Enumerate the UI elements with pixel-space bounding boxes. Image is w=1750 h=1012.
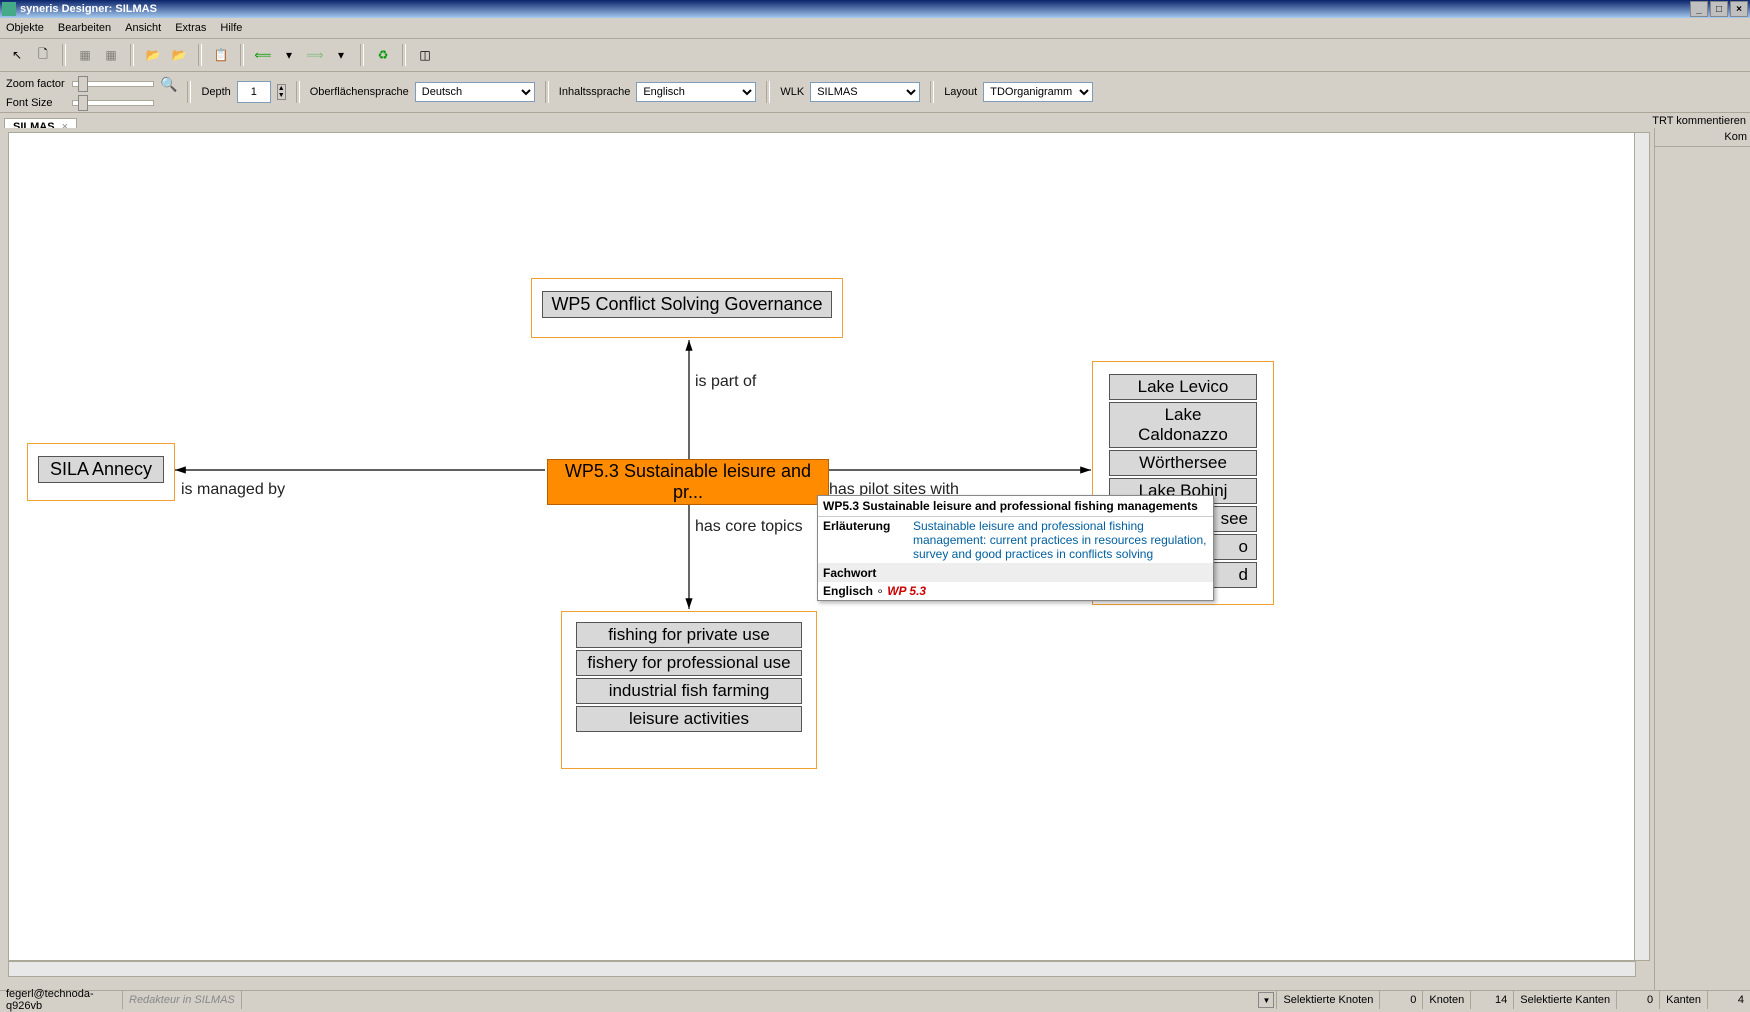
window-title: syneris Designer: SILMAS [20,3,157,15]
node-fishery-professional[interactable]: fishery for professional use [576,650,802,676]
menu-ansicht[interactable]: Ansicht [125,22,161,34]
wlk-label: WLK [780,86,804,98]
tooltip-fachwort: Fachwort [818,564,1213,582]
tooltip-erl-label: Erläuterung [818,517,908,563]
back-menu-icon[interactable]: ▾ [278,44,300,66]
menu-bar: Objekte Bearbeiten Ansicht Extras Hilfe [0,18,1750,39]
fwd-icon[interactable]: ⟹ [304,44,326,66]
separator [240,44,244,66]
status-nodes-label: Knoten [1422,991,1470,1009]
separator [62,44,66,66]
top-group-frame[interactable]: WP5 Conflict Solving Governance [531,278,843,338]
depth-input[interactable] [237,81,271,103]
separator [296,81,300,103]
tooltip-lang: Englisch [823,584,873,598]
main-toolbar: ↖ 🗋 ▦ ▦ 📂 📂 📋 ⟸ ▾ ⟹ ▾ ♻ ◫ [0,39,1750,72]
layout-select[interactable]: TDOrganigramm [983,82,1093,102]
status-nodes: 14 [1470,991,1513,1009]
surface-lang-label: Oberflächensprache [310,86,409,98]
maximize-button[interactable]: □ [1710,1,1728,17]
separator [360,44,364,66]
depth-label: Depth [201,86,230,98]
status-bar: fegerl@technoda-q926vb Redakteur in SILM… [0,990,1750,1009]
status-dropdown-icon[interactable]: ▼ [1258,992,1274,1008]
status-edges: 4 [1707,991,1750,1009]
separator [545,81,549,103]
node-tooltip: WP5.3 Sustainable leisure and profession… [817,495,1214,601]
trt-kommentieren-link[interactable]: TRT kommentieren [1652,115,1746,127]
grid1-icon[interactable]: ▦ [74,44,96,66]
vertical-scrollbar[interactable] [1634,132,1650,961]
minimize-button[interactable]: _ [1690,1,1708,17]
open-icon[interactable]: 📂 [142,44,164,66]
status-sel-nodes-label: Selektierte Knoten [1276,991,1379,1009]
status-user: fegerl@technoda-q926vb [0,991,122,1009]
title-bar: syneris Designer: SILMAS _ □ × [0,0,1750,18]
tooltip-title: WP5.3 Sustainable leisure and profession… [818,496,1213,517]
status-sel-edges-label: Selektierte Kanten [1513,991,1616,1009]
search-icon[interactable]: 🔍 [160,76,177,93]
status-spacer [241,991,1259,1009]
depth-stepper[interactable]: ▲▼ [277,84,286,100]
layout-label: Layout [944,86,977,98]
menu-extras[interactable]: Extras [175,22,206,34]
separator [198,44,202,66]
menu-bearbeiten[interactable]: Bearbeiten [58,22,111,34]
separator [930,81,934,103]
separator [402,44,406,66]
menu-objekte[interactable]: Objekte [6,22,44,34]
separator [130,44,134,66]
status-sel-nodes: 0 [1379,991,1422,1009]
new-icon[interactable]: 🗋 [32,44,54,66]
content-lang-select[interactable]: Englisch [636,82,756,102]
separator [766,81,770,103]
edge-label-top: is part of [695,373,756,391]
fwd-menu-icon[interactable]: ▾ [330,44,352,66]
node-wp5-governance[interactable]: WP5 Conflict Solving Governance [542,291,832,318]
close-button[interactable]: × [1730,1,1748,17]
edge-label-left: is managed by [181,481,285,499]
back-icon[interactable]: ⟸ [252,44,274,66]
node-leisure-activities[interactable]: leisure activities [576,706,802,732]
node-fishing-private[interactable]: fishing for private use [576,622,802,648]
separator [187,81,191,103]
status-role: Redakteur in SILMAS [122,991,241,1009]
node-center-wp53[interactable]: WP5.3 Sustainable leisure and pr... [547,459,829,505]
main-area: WP5 Conflict Solving Governance SILA Ann… [0,128,1750,991]
node-lake-caldonazzo[interactable]: Lake Caldonazzo [1109,402,1257,448]
zoom-slider[interactable] [72,81,154,87]
menu-hilfe[interactable]: Hilfe [220,22,242,34]
surface-lang-select[interactable]: Deutsch [415,82,535,102]
zoom-label: Zoom factor [6,78,66,90]
options-toolbar: Zoom factor 🔍 Font Size Depth ▲▼ Oberflä… [0,72,1750,113]
open2-icon[interactable]: 📂 [168,44,190,66]
window-icon[interactable]: ◫ [414,44,436,66]
tooltip-term: WP 5.3 [887,584,926,598]
tooltip-erl-text: Sustainable leisure and professional fis… [908,517,1213,563]
node-lake-levico[interactable]: Lake Levico [1109,374,1257,400]
comment-panel: Kom [1654,128,1750,991]
node-sila-annecy[interactable]: SILA Annecy [38,456,164,483]
content-lang-label: Inhaltssprache [559,86,631,98]
copy-icon[interactable]: 📋 [210,44,232,66]
left-group-frame[interactable]: SILA Annecy [27,443,175,501]
status-edges-label: Kanten [1659,991,1707,1009]
fontsize-label: Font Size [6,97,66,109]
comment-panel-header: Kom [1655,128,1750,147]
grid2-icon[interactable]: ▦ [100,44,122,66]
edge-label-bottom: has core topics [695,518,803,536]
pointer-icon[interactable]: ↖ [6,44,28,66]
canvas-wrapper: WP5 Conflict Solving Governance SILA Ann… [0,128,1654,991]
app-logo-icon [2,2,16,16]
status-sel-edges: 0 [1616,991,1659,1009]
horizontal-scrollbar[interactable] [8,961,1636,977]
refresh-icon[interactable]: ♻ [372,44,394,66]
fontsize-slider[interactable] [72,100,154,106]
bottom-group-frame[interactable]: fishing for private use fishery for prof… [561,611,817,769]
wlk-select[interactable]: SILMAS [810,82,920,102]
diagram-canvas[interactable]: WP5 Conflict Solving Governance SILA Ann… [8,132,1636,961]
tooltip-lang-row: Englisch ∘ WP 5.3 [818,582,1213,600]
node-worthersee[interactable]: Wörthersee [1109,450,1257,476]
node-industrial-farming[interactable]: industrial fish farming [576,678,802,704]
